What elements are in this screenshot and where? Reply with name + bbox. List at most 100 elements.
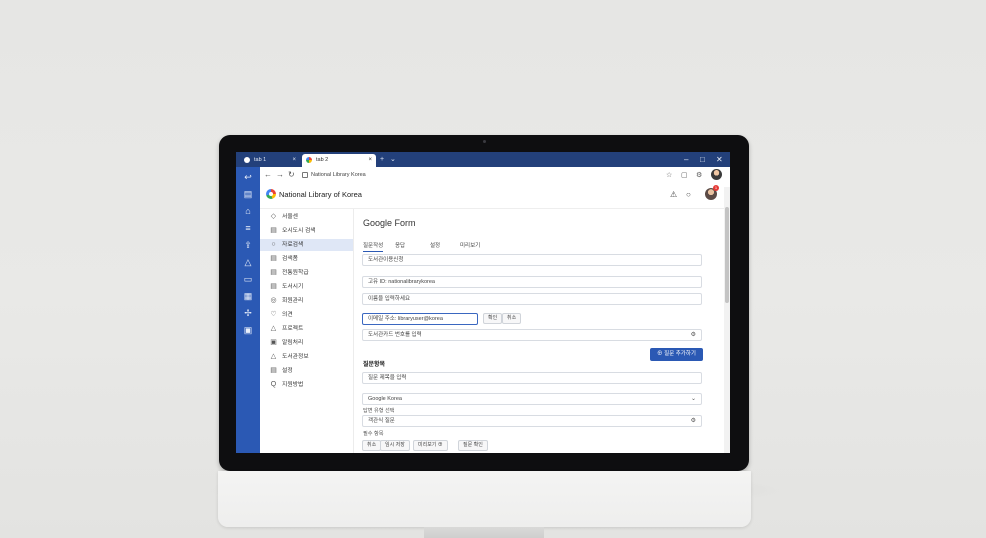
home-icon[interactable]: ⌂	[242, 205, 254, 217]
chevron-down-icon: ⌄	[690, 396, 696, 402]
bookmark-icon[interactable]: ☆	[666, 170, 672, 181]
document-icon[interactable]: ▤	[242, 188, 254, 200]
nav-label: 회원관리	[282, 298, 304, 304]
form-field[interactable]: 고유 ID: nationalibrarykorea	[362, 276, 702, 288]
nav-item[interactable]: ◎ 회원관리	[260, 295, 353, 307]
tab-settings[interactable]: 설정	[430, 241, 440, 249]
settings-icon[interactable]: ⚙	[696, 170, 702, 181]
nav-icon: Q	[270, 381, 277, 388]
nav-icon: ▤	[270, 255, 277, 262]
form-title: Google Form	[363, 218, 416, 228]
scrollbar[interactable]	[724, 187, 730, 453]
form-field[interactable]: 도서관이용신청	[362, 254, 702, 266]
nav-label: 도서시기	[282, 284, 304, 290]
monitor-chin	[218, 471, 751, 527]
nav-item[interactable]: △ 프로젝트	[260, 323, 353, 335]
field-text: 객관식 질문	[368, 418, 395, 424]
notification-badge: 1	[713, 185, 719, 191]
nav-item[interactable]: ▣ 알림처리	[260, 337, 353, 349]
alert-icon[interactable]: △	[242, 256, 254, 268]
chat-icon[interactable]: ▭	[242, 273, 254, 285]
list-icon[interactable]: ≡	[242, 222, 254, 234]
form-field[interactable]: 이름을 입력하세요	[362, 293, 702, 305]
add-question-button[interactable]: ⊕ 질문 추가하기	[650, 348, 703, 361]
browser-tab-1[interactable]: tab 1 ×	[240, 154, 300, 167]
nav-item[interactable]: ▤ 오시도시 검색	[260, 225, 353, 237]
nav-icon: ♡	[270, 311, 277, 318]
chip-button[interactable]: 질문 확인	[458, 440, 488, 451]
url-field[interactable]: National Library Korea	[302, 170, 652, 181]
nav-icon: △	[270, 353, 277, 360]
nav-icon: ▤	[270, 283, 277, 290]
form-field-focused[interactable]: 이메일 주소: libraryuser@korea	[362, 313, 478, 325]
select-field[interactable]: Google Korea ⌄	[362, 393, 702, 405]
tab-close-icon[interactable]: ×	[292, 154, 296, 167]
scroll-thumb[interactable]	[725, 207, 729, 303]
app-sidebar: ↩ ▤ ⌂ ≡ ⇪ △ ▭ ▦ ✢ ▣	[236, 167, 260, 453]
browser-tab-2[interactable]: tab 2 ×	[302, 154, 376, 167]
settings-icon[interactable]: ⚙	[691, 416, 696, 426]
tab-title: tab 1	[254, 157, 267, 163]
maximize-button[interactable]: □	[700, 152, 705, 167]
nav-item[interactable]: Q 지원방법	[260, 379, 353, 391]
search-icon[interactable]: ○	[686, 189, 691, 200]
tab-preview[interactable]: 미리보기	[460, 241, 480, 249]
nav-item[interactable]: ▤ 전통원학급	[260, 267, 353, 279]
chip-button[interactable]: 임시 저장	[380, 440, 410, 451]
nav-label: 검색폼	[282, 256, 298, 262]
nav-label: 도서관정보	[282, 354, 309, 360]
nav-label: 알림처리	[282, 340, 304, 346]
confirm-button[interactable]: 확인	[483, 313, 503, 324]
nav-item[interactable]: ▤ 도서시기	[260, 281, 353, 293]
tab-close-icon[interactable]: ×	[368, 154, 372, 167]
question-title-field[interactable]: 질문 제목을 입력	[362, 372, 702, 384]
nav-icon: △	[270, 325, 277, 332]
address-bar: ← → ↻ National Library Korea ☆ ▢ ⚙	[260, 167, 730, 185]
nav-label: 전통원학급	[282, 270, 309, 276]
tab-responses[interactable]: 응답	[395, 241, 405, 249]
tab-menu-chevron-icon[interactable]: ⌄	[390, 152, 396, 167]
extensions-icon[interactable]: ▢	[681, 170, 688, 181]
google-favicon-icon	[306, 157, 312, 163]
field-text: 도서관카드 번호를 입력	[368, 332, 422, 338]
site-title[interactable]: National Library of Korea	[279, 189, 362, 200]
library-header: National Library of Korea ⚠ ○ 1	[260, 184, 730, 209]
form-content: Google Form 질문작성 응답 설정 미리보기 도서관이용신청 고유 I…	[354, 209, 724, 453]
minimize-button[interactable]: –	[684, 152, 688, 167]
nav-label: 오시도시 검색	[282, 228, 316, 234]
screen: tab 1 × tab 2 × + ⌄ – □ ✕ ↩ ▤ ⌂ ≡ ⇪ △ ▭ …	[236, 152, 730, 453]
back-arrow-icon[interactable]: ↩	[242, 171, 254, 183]
form-field[interactable]: 도서관카드 번호를 입력 ⚙	[362, 329, 702, 341]
field-label: 필수 항목	[363, 431, 384, 437]
nav-icon: ▤	[270, 227, 277, 234]
notification-bell-icon[interactable]: ⚠	[670, 189, 677, 200]
upload-icon[interactable]: ⇪	[242, 239, 254, 251]
left-nav: ◇ 서울센 ▤ 오시도시 검색 ○ 자료검색 ▤ 검색폼 ▤ 전통원학급 ▤ 도서시기 ◎ 회…	[260, 209, 354, 453]
settings-icon[interactable]: ✢	[242, 307, 254, 319]
chip-button[interactable]: 취소	[362, 440, 382, 451]
tab-questions[interactable]: 질문작성	[363, 241, 384, 252]
tab-favicon-icon	[244, 157, 250, 163]
nav-item[interactable]: ♡ 의견	[260, 309, 353, 321]
forward-icon[interactable]: →	[276, 169, 284, 181]
settings-icon[interactable]: ⚙	[691, 330, 696, 340]
nav-item[interactable]: ◇ 서울센	[260, 211, 353, 223]
profile-avatar[interactable]	[711, 169, 722, 180]
new-tab-button[interactable]: +	[380, 152, 384, 167]
grid-icon[interactable]: ▦	[242, 290, 254, 302]
nav-item[interactable]: △ 도서관정보	[260, 351, 353, 363]
nav-item[interactable]: ▤ 설정	[260, 365, 353, 377]
nav-item[interactable]: ▤ 검색폼	[260, 253, 353, 265]
nav-label: 지원방법	[282, 382, 304, 388]
chip-button[interactable]: 미리보기 ⊕	[413, 440, 448, 451]
answer-type-field[interactable]: 객관식 질문 ⚙	[362, 415, 702, 427]
add-icon: ⊕	[657, 351, 665, 357]
nav-icon: ▣	[270, 339, 277, 346]
nav-item-active[interactable]: ○ 자료검색	[260, 239, 353, 251]
add-question-label: 질문 추가하기	[664, 351, 696, 357]
cancel-button[interactable]: 취소	[502, 313, 522, 324]
panel-icon[interactable]: ▣	[242, 324, 254, 336]
close-button[interactable]: ✕	[716, 152, 723, 167]
reload-icon[interactable]: ↻	[288, 169, 295, 181]
back-icon[interactable]: ←	[264, 169, 272, 181]
